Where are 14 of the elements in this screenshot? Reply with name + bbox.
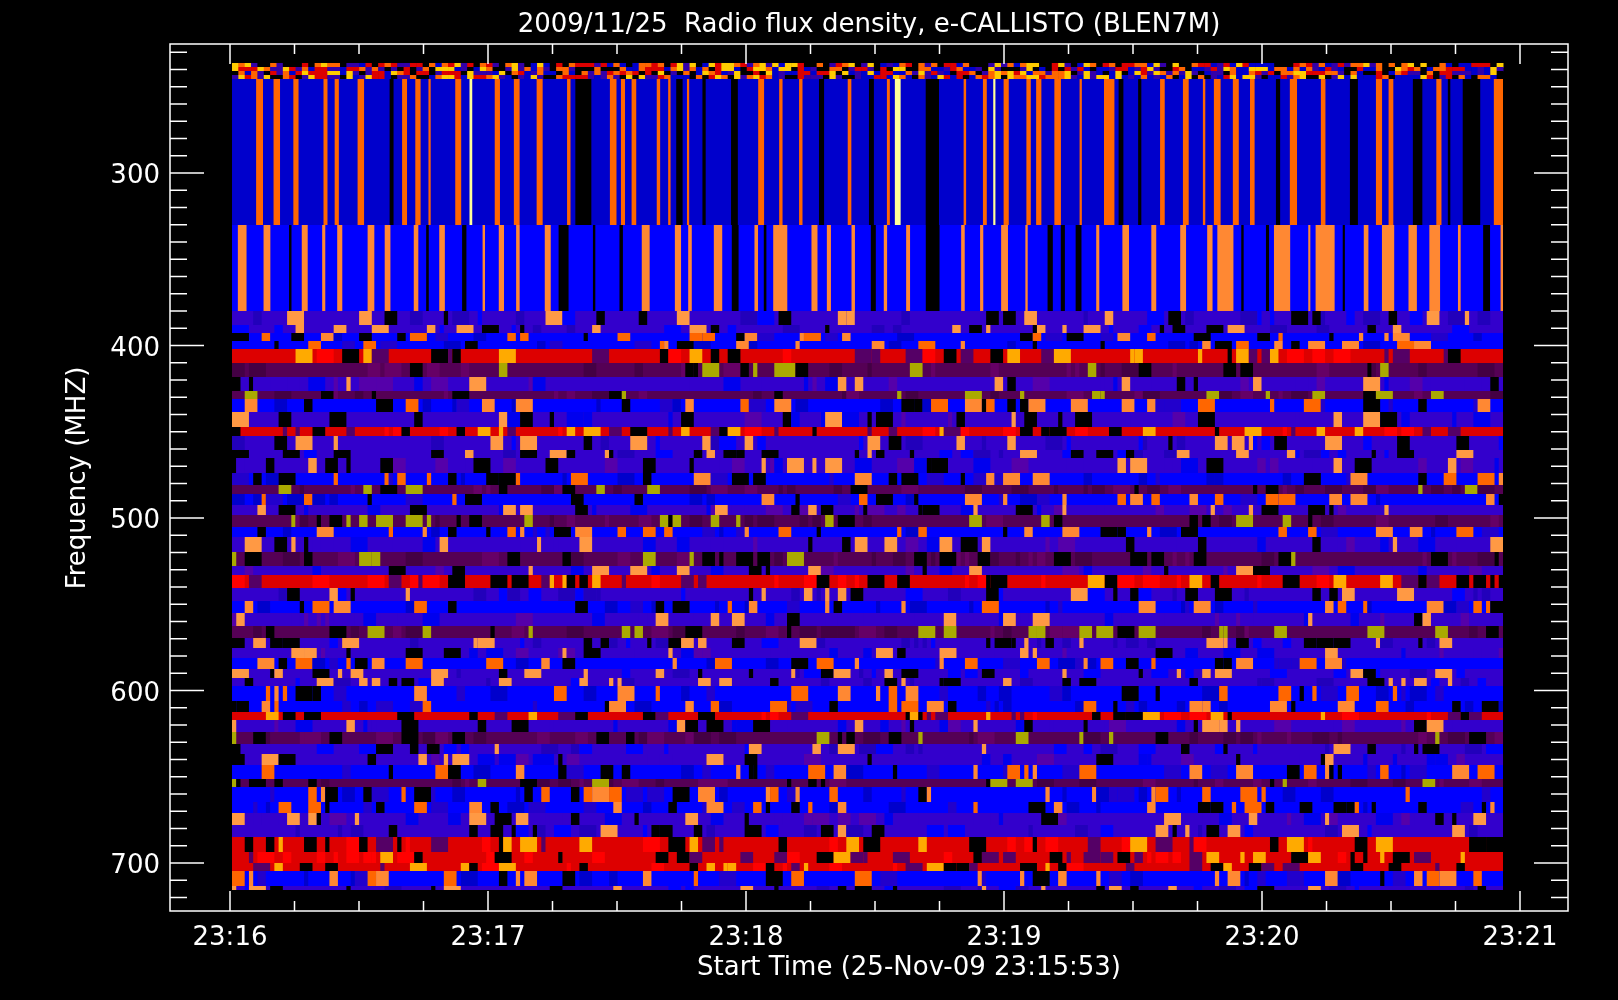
chart-title: 2009/11/25 Radio flux density, e-CALLISTO (BLEN7M): [517, 8, 1221, 38]
x-tick-label: 23:19: [966, 921, 1042, 951]
x-tick-label: 23:16: [192, 921, 268, 951]
y-tick-label: 300: [110, 159, 160, 189]
y-tick-label: 500: [110, 504, 160, 534]
y-tick-label: 400: [110, 331, 160, 362]
x-axis-label: Start Time (25-Nov-09 23:15:53): [697, 951, 1121, 981]
x-tick-label: 23:17: [450, 921, 526, 951]
x-tick-label: 23:21: [1482, 921, 1558, 951]
x-tick-label: 23:18: [708, 921, 784, 951]
x-tick-label: 23:20: [1224, 921, 1300, 951]
y-tick-label: 600: [110, 676, 160, 707]
y-axis-label: Frequency (MHZ): [61, 366, 91, 590]
y-tick-label: 700: [110, 849, 160, 879]
